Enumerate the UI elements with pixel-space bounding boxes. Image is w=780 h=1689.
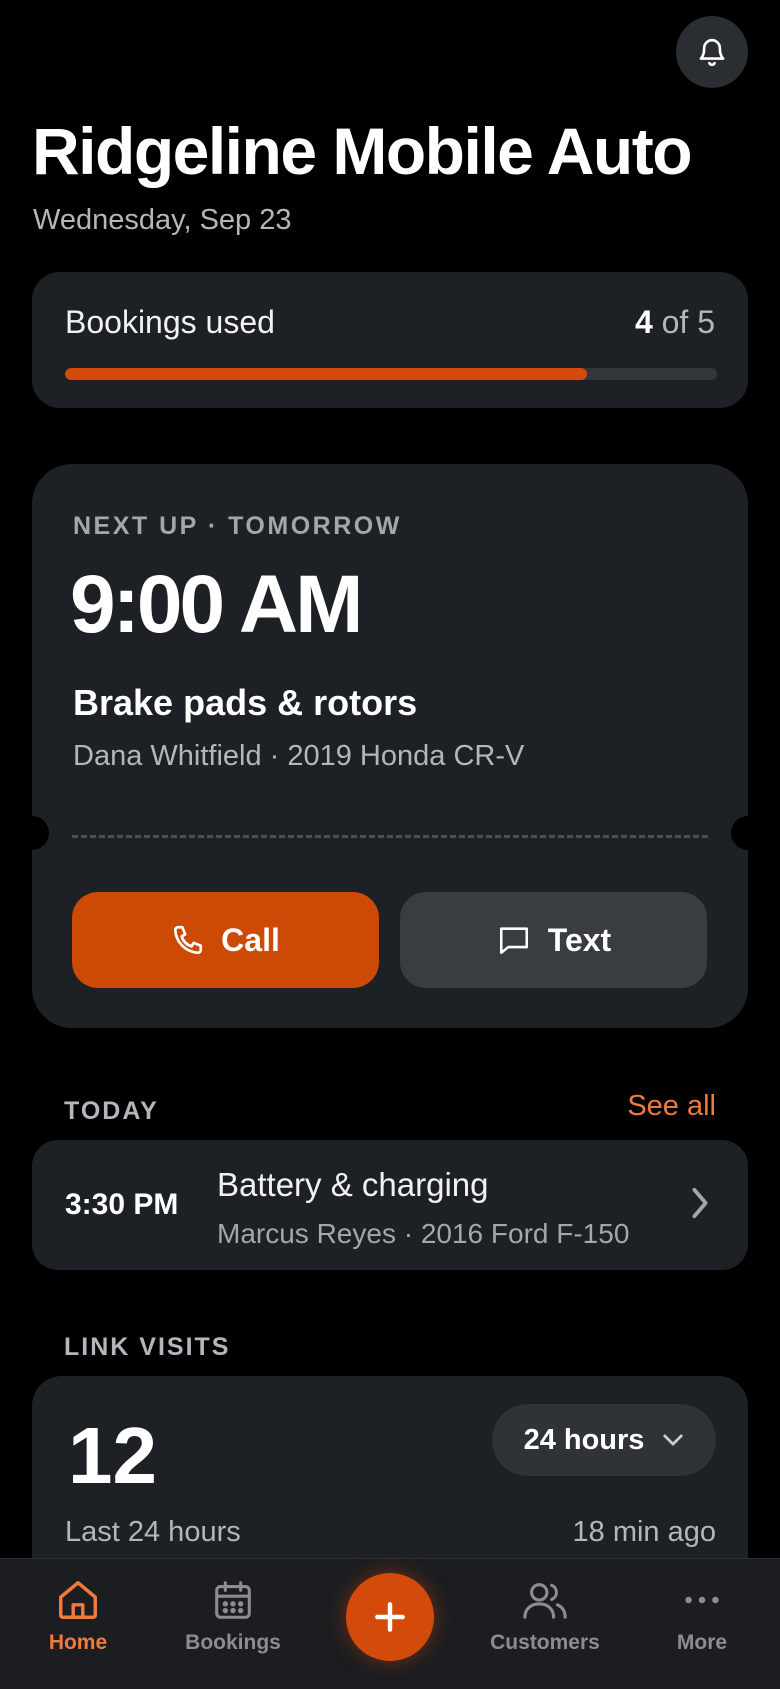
current-date: Wednesday, Sep 23 (33, 204, 292, 236)
notifications-button[interactable] (676, 16, 748, 88)
next-up-card: NEXT UP · TOMORROW 9:00 AM Brake pads & … (32, 464, 748, 1028)
call-label: Call (221, 921, 280, 958)
today-section-label: TODAY (64, 1097, 159, 1125)
add-booking-button[interactable] (346, 1573, 434, 1661)
next-up-label: NEXT UP · TOMORROW (73, 512, 402, 540)
see-all-link[interactable]: See all (627, 1090, 716, 1123)
next-up-time: 9:00 AM (70, 559, 363, 650)
bottom-nav: Home Bookings Customers More (0, 1558, 780, 1689)
nav-customers[interactable]: Customers (475, 1577, 615, 1655)
bookings-usage-card: Bookings used 4 of 5 (32, 272, 748, 408)
link-visits-count: 12 (68, 1411, 157, 1500)
phone-icon (174, 925, 203, 955)
home-icon (59, 1581, 97, 1619)
link-visits-section-label: LINK VISITS (64, 1333, 231, 1361)
nav-more-label: More (676, 1631, 728, 1654)
booking-time: 3:30 PM (65, 1188, 179, 1221)
plus-icon (375, 1602, 405, 1632)
users-icon (523, 1583, 567, 1619)
nav-more[interactable]: More (632, 1577, 772, 1655)
usage-count: 4 of 5 (635, 304, 715, 341)
range-selected: 24 hours (523, 1423, 645, 1456)
usage-progress-track (65, 368, 717, 380)
link-visits-updated: 18 min ago (572, 1516, 717, 1548)
message-icon (499, 927, 528, 955)
ticket-notch-left (15, 816, 49, 850)
usage-label: Bookings used (65, 304, 275, 340)
today-booking-row[interactable]: 3:30 PM Battery & charging Marcus Reyes … (32, 1140, 748, 1270)
range-dropdown[interactable]: 24 hours (492, 1404, 716, 1476)
bell-icon (699, 39, 725, 67)
chevron-down-icon (663, 1434, 684, 1446)
chevron-right-icon (692, 1187, 708, 1219)
usage-used: 4 (634, 304, 653, 340)
call-button[interactable]: Call (72, 892, 379, 988)
nav-home-label: Home (48, 1631, 108, 1654)
usage-progress-fill (65, 368, 587, 380)
ticket-divider (72, 835, 708, 838)
usage-total: of 5 (661, 304, 715, 340)
nav-bookings[interactable]: Bookings (163, 1577, 303, 1655)
next-up-customer: Dana Whitfield · 2019 Honda CR-V (73, 740, 525, 772)
page-title: Ridgeline Mobile Auto (32, 114, 693, 188)
booking-customer: Marcus Reyes · 2016 Ford F-150 (217, 1218, 630, 1249)
nav-customers-label: Customers (490, 1631, 600, 1654)
booking-service: Battery & charging (217, 1166, 489, 1203)
text-button[interactable]: Text (400, 892, 707, 988)
more-icon (685, 1596, 719, 1604)
calendar-icon (215, 1581, 251, 1619)
text-label: Text (547, 921, 612, 958)
link-visits-subtitle: Last 24 hours (65, 1516, 241, 1548)
nav-bookings-label: Bookings (185, 1631, 281, 1654)
nav-home[interactable]: Home (8, 1577, 148, 1655)
next-up-service: Brake pads & rotors (73, 682, 418, 723)
ticket-notch-right (731, 816, 765, 850)
